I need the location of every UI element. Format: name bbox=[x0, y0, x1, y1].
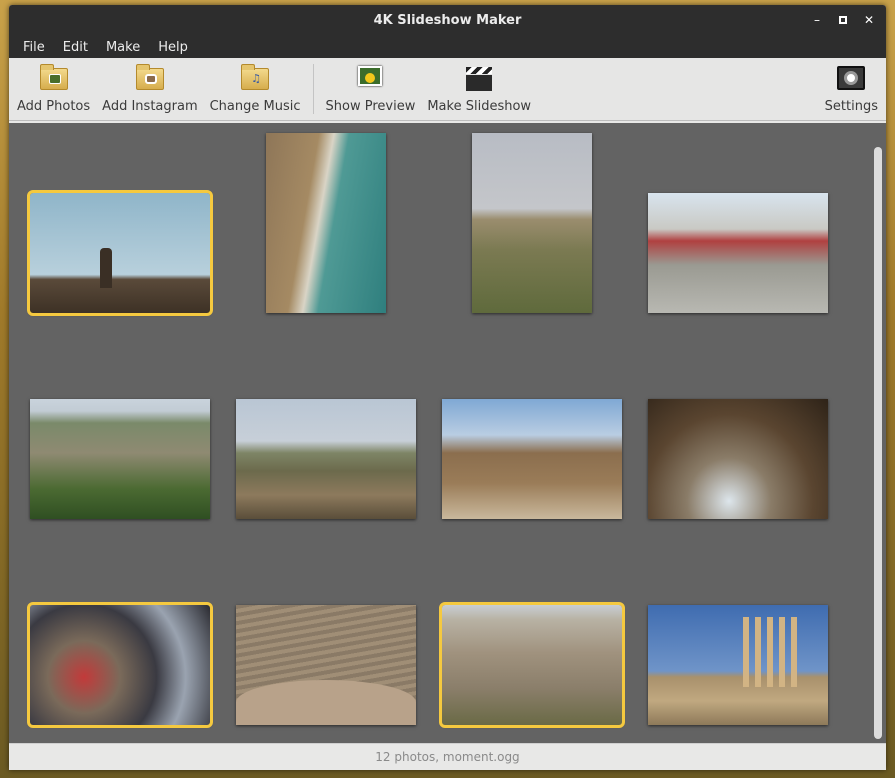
photo-thumbnail[interactable] bbox=[648, 605, 828, 725]
photo-gallery[interactable] bbox=[9, 123, 870, 743]
preview-photos-icon bbox=[355, 63, 385, 93]
photo-thumbnail[interactable] bbox=[648, 193, 828, 313]
folder-music-icon: ♫ bbox=[240, 63, 270, 93]
menu-help[interactable]: Help bbox=[149, 40, 197, 55]
toolbar: Add Photos Add Instagram ♫ Change Music … bbox=[9, 58, 886, 121]
photo-city-view bbox=[442, 605, 622, 725]
folder-photos-icon bbox=[39, 63, 69, 93]
minimize-button[interactable]: – bbox=[808, 11, 826, 29]
add-photos-label: Add Photos bbox=[17, 99, 91, 114]
photo-thumbnail[interactable] bbox=[236, 605, 416, 725]
show-preview-button[interactable]: Show Preview bbox=[320, 58, 422, 120]
photo-hill-ruin bbox=[472, 133, 592, 313]
vertical-scrollbar[interactable] bbox=[870, 123, 886, 743]
photo-castle-hill-view bbox=[236, 399, 416, 519]
add-instagram-button[interactable]: Add Instagram bbox=[96, 58, 203, 120]
folder-instagram-icon bbox=[135, 63, 165, 93]
photo-valley-village bbox=[30, 399, 210, 519]
photo-thumbnail[interactable] bbox=[442, 399, 622, 519]
photo-thumbnail[interactable] bbox=[27, 190, 213, 316]
settings-label: Settings bbox=[824, 99, 878, 114]
make-slideshow-button[interactable]: Make Slideshow bbox=[421, 58, 537, 120]
title-bar[interactable]: 4K Slideshow Maker – ✕ bbox=[9, 5, 886, 36]
close-button[interactable]: ✕ bbox=[860, 11, 878, 29]
change-music-label: Change Music bbox=[209, 99, 301, 114]
photo-rock-formation bbox=[100, 248, 112, 288]
photo-thumbnail[interactable] bbox=[439, 602, 625, 728]
settings-button[interactable]: Settings bbox=[819, 58, 886, 120]
menu-bar: File Edit Make Help bbox=[9, 36, 886, 58]
maximize-icon bbox=[839, 16, 847, 24]
photo-temple-columns bbox=[743, 617, 803, 687]
photo-thumbnail[interactable] bbox=[266, 133, 386, 313]
menu-edit[interactable]: Edit bbox=[54, 40, 97, 55]
make-slideshow-label: Make Slideshow bbox=[427, 99, 532, 114]
change-music-button[interactable]: ♫ Change Music bbox=[204, 58, 307, 120]
app-window: 4K Slideshow Maker – ✕ File Edit Make He… bbox=[9, 5, 886, 770]
photo-thumbnail[interactable] bbox=[236, 399, 416, 519]
menu-make[interactable]: Make bbox=[97, 40, 149, 55]
photo-dead-sea-coast bbox=[266, 133, 386, 313]
add-instagram-label: Add Instagram bbox=[102, 99, 198, 114]
settings-gear-icon bbox=[836, 63, 866, 93]
add-photos-button[interactable]: Add Photos bbox=[9, 58, 96, 120]
photo-thumbnail[interactable] bbox=[30, 399, 210, 519]
window-title: 4K Slideshow Maker bbox=[373, 13, 522, 28]
menu-file[interactable]: File bbox=[14, 40, 54, 55]
toolbar-separator bbox=[312, 64, 314, 114]
status-bar: 12 photos, moment.ogg bbox=[9, 743, 886, 770]
photo-thumbnail[interactable] bbox=[648, 399, 828, 519]
photo-thumbnail[interactable] bbox=[472, 133, 592, 313]
maximize-button[interactable] bbox=[834, 11, 852, 29]
photo-street-scene bbox=[648, 193, 828, 313]
photo-roman-theatre bbox=[236, 680, 416, 725]
photo-thumbnail[interactable] bbox=[27, 602, 213, 728]
photo-market-bracelets bbox=[30, 605, 210, 725]
status-text: 12 photos, moment.ogg bbox=[375, 750, 520, 764]
scrollbar-thumb[interactable] bbox=[874, 147, 882, 739]
show-preview-label: Show Preview bbox=[325, 99, 416, 114]
photo-castle bbox=[442, 399, 622, 519]
photo-stone-vault bbox=[648, 399, 828, 519]
clapperboard-icon bbox=[464, 63, 494, 93]
